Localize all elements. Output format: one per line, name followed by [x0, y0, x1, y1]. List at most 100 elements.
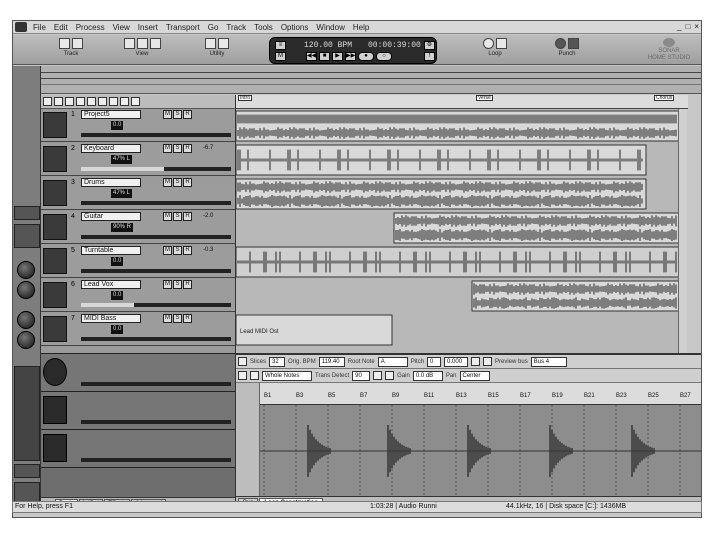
track-row[interactable]: 6 Lead Vox M S R 0.0 [41, 279, 235, 312]
solo-button[interactable]: S [173, 144, 182, 153]
menu-go[interactable]: Go [204, 23, 223, 32]
view-track-icon[interactable] [123, 38, 135, 49]
track-pane-btn-1[interactable] [43, 97, 52, 106]
transport-menu-button[interactable]: ≡ [275, 41, 286, 50]
record-arm-button[interactable]: R [183, 110, 192, 119]
track-name-field[interactable]: Guitar [81, 212, 141, 221]
track-gain-readout[interactable]: -6.7 [201, 144, 215, 153]
solo-button[interactable]: S [173, 246, 182, 255]
pitch-fine-field[interactable]: 0.000 [444, 356, 469, 367]
track-row[interactable]: 3 Drums M S R 47% L [41, 177, 235, 210]
menu-options[interactable]: Options [277, 23, 313, 32]
solo-button[interactable]: S [173, 280, 182, 289]
track-row[interactable]: 5 Turntable M S R 0.0 -0.3 [41, 245, 235, 278]
root-note-select[interactable]: A [377, 356, 408, 367]
menu-process[interactable]: Process [72, 23, 109, 32]
pitch-field[interactable]: 0 [427, 356, 442, 367]
track-pan-readout[interactable]: 0.0 [111, 291, 124, 300]
track-pan-readout[interactable]: 90% R [111, 223, 134, 232]
marker-verse[interactable]: Verse [476, 95, 493, 101]
loop-preview-stop-icon[interactable] [483, 357, 493, 366]
track-row[interactable]: 4 Guitar M S R 90% R -2.0 [41, 211, 235, 244]
orig-bpm-field[interactable]: 119.40 [318, 356, 345, 367]
mute-button[interactable]: M [163, 144, 172, 153]
fast-forward-button[interactable]: ▶▶ [345, 52, 356, 61]
loop-tool-icon-4[interactable] [385, 371, 395, 380]
solo-button[interactable]: S [173, 110, 182, 119]
mute-button[interactable]: M [163, 314, 172, 323]
loop-enable-icon[interactable] [238, 357, 247, 366]
view-console-icon[interactable] [149, 38, 161, 49]
track-props-icon[interactable] [72, 38, 83, 49]
pan-field[interactable]: Center [459, 370, 490, 381]
time-display[interactable]: 00:00:39:00 [368, 41, 421, 50]
mute-button[interactable]: M [163, 178, 172, 187]
slices-count-field[interactable]: 32 [269, 356, 286, 367]
track-gain-readout[interactable]: -2.0 [201, 212, 215, 221]
loop-tool-icon-1[interactable] [238, 371, 247, 380]
loop-toggle-button[interactable]: ○ [376, 52, 392, 61]
record-arm-button[interactable]: R [183, 280, 192, 289]
clips-vertical-scrollbar[interactable] [678, 109, 687, 353]
track-name-field[interactable]: Drums [81, 178, 141, 187]
punch-set-icon[interactable] [568, 38, 579, 49]
track-pane-btn-2[interactable] [54, 97, 63, 106]
record-arm-button[interactable]: R [183, 246, 192, 255]
track-pane-btn-5[interactable] [87, 97, 96, 106]
marker-chorus[interactable]: Chorus [654, 95, 675, 101]
menu-help[interactable]: Help [349, 23, 373, 32]
slice-mode-select[interactable]: Whole Notes [262, 370, 312, 381]
close-button[interactable]: × [694, 22, 699, 31]
track-pan-readout[interactable]: 0.0 [111, 325, 124, 334]
track-row[interactable]: 7 MIDI Bass M S R 0.0 [41, 313, 235, 346]
transport-settings-button[interactable]: ⚙ [424, 41, 435, 50]
now-time-strip[interactable] [41, 66, 701, 94]
mute-button[interactable]: M [163, 246, 172, 255]
track-name-field[interactable]: Turntable [81, 246, 141, 255]
loop-on-icon[interactable] [483, 38, 494, 49]
track-pane-btn-6[interactable] [98, 97, 107, 106]
mute-button[interactable]: M [163, 110, 172, 119]
bus-row[interactable] [41, 392, 235, 430]
loop-tool-icon-3[interactable] [373, 371, 383, 380]
menu-insert[interactable]: Insert [134, 23, 162, 32]
record-arm-button[interactable]: R [183, 314, 192, 323]
clip-area[interactable] [236, 109, 679, 353]
track-gain-readout[interactable]: -0.3 [201, 246, 215, 255]
track-pan-readout[interactable]: 47% L [111, 189, 133, 198]
track-pane-btn-7[interactable] [109, 97, 118, 106]
record-arm-button[interactable]: R [183, 178, 192, 187]
track-pane-btn-3[interactable] [65, 97, 74, 106]
menu-file[interactable]: File [29, 23, 50, 32]
mute-button[interactable]: M [163, 212, 172, 221]
solo-button[interactable]: S [173, 178, 182, 187]
utility-snap-icon[interactable] [205, 38, 216, 49]
dock-knob-3[interactable] [17, 311, 35, 329]
track-pan-readout[interactable]: 47% L [111, 155, 133, 164]
dock-knob-4[interactable] [17, 331, 35, 349]
dock-tab-4[interactable] [14, 482, 40, 502]
bus-row[interactable] [41, 430, 235, 468]
dock-knob-2[interactable] [17, 281, 35, 299]
bus-row[interactable] [41, 354, 235, 392]
loop-preview-play-icon[interactable] [471, 357, 481, 366]
track-pane-btn-8[interactable] [120, 97, 129, 106]
loop-waveform[interactable] [260, 405, 702, 498]
rewind-button[interactable]: ◀◀ [306, 52, 317, 61]
dock-knob-1[interactable] [17, 261, 35, 279]
track-name-field[interactable]: MIDI Bass [81, 314, 141, 323]
solo-button[interactable]: S [173, 314, 182, 323]
stop-button[interactable]: ■ [319, 52, 330, 61]
track-name-field[interactable]: Lead Vox [81, 280, 141, 289]
play-button[interactable]: ▶ [332, 52, 343, 61]
dock-tab-1[interactable] [14, 206, 40, 220]
record-arm-button[interactable]: R [183, 212, 192, 221]
menu-view[interactable]: View [109, 23, 134, 32]
track-pane-btn-9[interactable] [131, 97, 140, 106]
marker-intro[interactable]: Intro [238, 95, 253, 101]
menu-edit[interactable]: Edit [50, 23, 72, 32]
track-row[interactable]: 2 Keyboard M S R 47% L -6.7 [41, 143, 235, 176]
menu-track[interactable]: Track [222, 23, 250, 32]
loop-ruler[interactable]: B1 B3 B5 B7 B9 B11 B13 B15 B17 B19 B21 B23 B25 B27 [260, 383, 701, 405]
solo-button[interactable]: S [173, 212, 182, 221]
